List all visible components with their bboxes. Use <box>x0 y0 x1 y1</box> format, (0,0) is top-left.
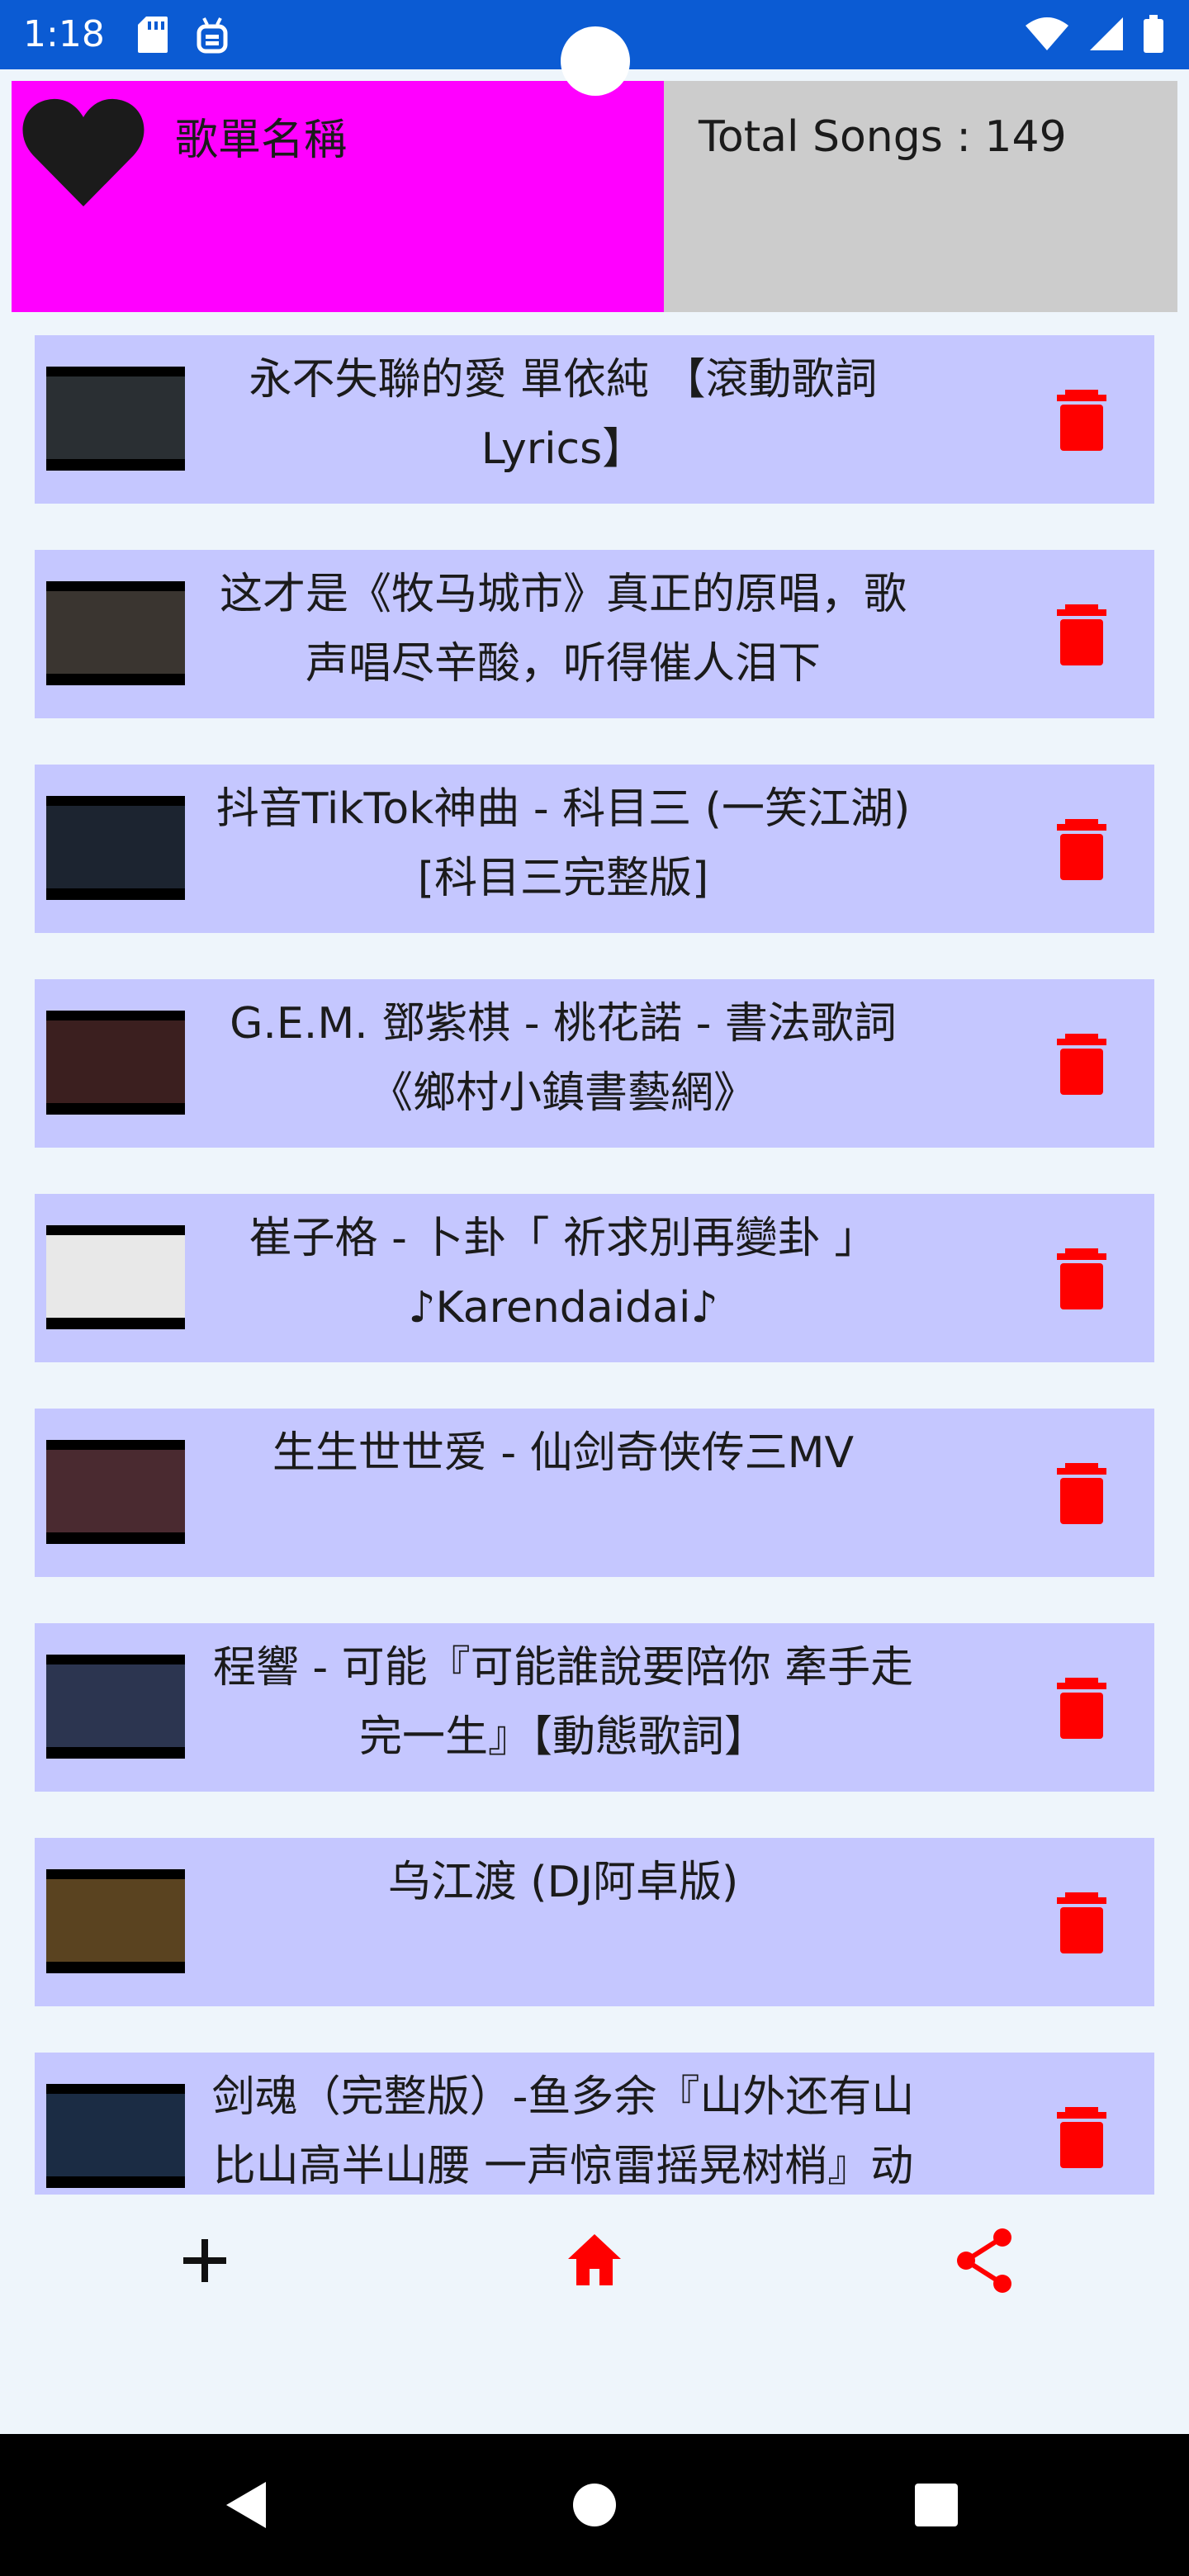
song-title: 乌江渡 (DJ阿卓版) <box>387 1858 739 1907</box>
system-nav-bar <box>0 2434 1189 2576</box>
status-left-icons <box>136 15 230 54</box>
song-thumbnail <box>46 1225 185 1329</box>
trash-icon[interactable] <box>1049 1030 1115 1096</box>
song-thumbnail <box>46 1011 185 1115</box>
bottom-action-bar <box>0 2195 1189 2434</box>
song-thumbnail <box>46 1655 185 1759</box>
song-title: 程響 - 可能『可能誰說要陪你 牽手走完一生』【動態歌詞】 <box>212 1643 914 1762</box>
trash-icon[interactable] <box>1049 1674 1115 1740</box>
song-card[interactable]: 崔子格 - 卜卦「 祈求別再變卦 」 ♪Karendaidai♪ <box>35 1194 1154 1362</box>
song-title: 抖音TikTok神曲 - 科目三 (一笑江湖) [科目三完整版] <box>216 784 911 903</box>
status-time: 1:18 <box>23 13 105 55</box>
trash-icon[interactable] <box>1049 816 1115 882</box>
song-card[interactable]: 永不失聯的愛 單依純 【滾動歌詞 Lyrics】 <box>35 335 1154 504</box>
song-thumbnail <box>46 1869 185 1973</box>
playlist-name[interactable]: 歌單名稱 <box>175 114 347 167</box>
song-card[interactable]: 剑魂（完整版）-鱼多余『山外还有山 比山高半山腰 一声惊雷摇晃树梢』动 <box>35 2053 1154 2195</box>
battery-icon <box>1144 15 1163 53</box>
trash-icon[interactable] <box>1049 601 1115 667</box>
recents-square-icon[interactable] <box>895 2464 978 2546</box>
song-list[interactable]: 永不失聯的愛 單依純 【滾動歌詞 Lyrics】 这才是《牧马城市》真正的原唱，… <box>0 312 1189 2195</box>
share-icon[interactable] <box>943 2219 1026 2302</box>
wifi-icon <box>1026 17 1068 50</box>
song-title: 崔子格 - 卜卦「 祈求別再變卦 」 ♪Karendaidai♪ <box>249 1214 878 1333</box>
home-circle-icon[interactable] <box>553 2464 636 2546</box>
front-camera-cutout <box>561 26 630 96</box>
song-title: 这才是《牧马城市》真正的原唱，歌声唱尽辛酸，听得催人泪下 <box>219 570 907 689</box>
song-thumbnail <box>46 2084 185 2188</box>
android-debug-icon <box>197 17 228 54</box>
song-card[interactable]: 这才是《牧马城市》真正的原唱，歌声唱尽辛酸，听得催人泪下 <box>35 550 1154 718</box>
sd-card-icon <box>138 17 168 53</box>
song-thumbnail <box>46 1440 185 1544</box>
total-songs-count: Total Songs : 149 <box>699 112 1067 162</box>
status-right-icons <box>1024 15 1164 53</box>
song-card[interactable]: 生生世世爱 - 仙剑奇侠传三MV <box>35 1409 1154 1577</box>
song-card[interactable]: G.E.M. 鄧紫棋 - 桃花諾 - 書法歌詞 《鄉村小鎮書藝網》 <box>35 979 1154 1148</box>
trash-icon[interactable] <box>1049 1460 1115 1526</box>
heart-icon[interactable] <box>21 96 145 208</box>
song-card[interactable]: 抖音TikTok神曲 - 科目三 (一笑江湖) [科目三完整版] <box>35 765 1154 933</box>
song-thumbnail <box>46 367 185 471</box>
song-thumbnail <box>46 581 185 685</box>
trash-icon[interactable] <box>1049 1889 1115 1955</box>
song-title: 剑魂（完整版）-鱼多余『山外还有山 比山高半山腰 一声惊雷摇晃树梢』动 <box>211 2072 915 2191</box>
playlist-header-left: 歌單名稱 <box>12 81 664 312</box>
song-card[interactable]: 程響 - 可能『可能誰說要陪你 牽手走完一生』【動態歌詞】 <box>35 1623 1154 1792</box>
trash-icon[interactable] <box>1049 1245 1115 1311</box>
plus-icon[interactable] <box>163 2219 246 2302</box>
trash-icon[interactable] <box>1049 386 1115 452</box>
signal-icon <box>1090 17 1123 50</box>
song-title: 永不失聯的愛 單依純 【滾動歌詞 Lyrics】 <box>249 355 878 474</box>
playlist-header: 歌單名稱 Total Songs : 149 <box>12 81 1177 312</box>
song-title: G.E.M. 鄧紫棋 - 桃花諾 - 書法歌詞 《鄉村小鎮書藝網》 <box>230 999 897 1118</box>
home-icon[interactable] <box>553 2219 636 2302</box>
playlist-header-right: Total Songs : 149 <box>664 81 1177 312</box>
song-thumbnail <box>46 796 185 900</box>
song-title: 生生世世爱 - 仙剑奇侠传三MV <box>272 1428 855 1478</box>
back-triangle-icon[interactable] <box>206 2464 289 2546</box>
trash-icon[interactable] <box>1049 2104 1115 2170</box>
song-card[interactable]: 乌江渡 (DJ阿卓版) <box>35 1838 1154 2006</box>
